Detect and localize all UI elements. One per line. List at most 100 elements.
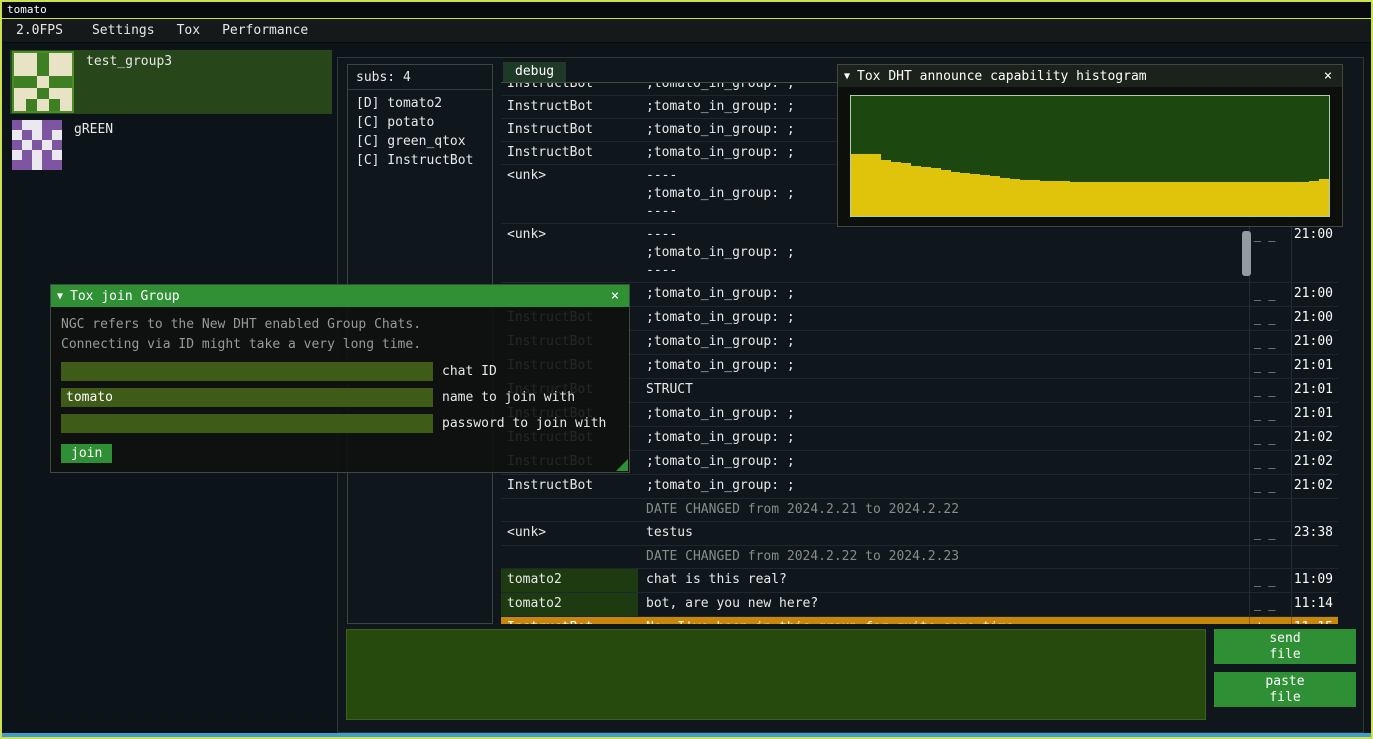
message-time: 21:00 [1291,283,1338,306]
avatar-pixel [60,76,72,88]
message-text: ;tomato_in_group: ; [638,427,1249,450]
message-time: 21:01 [1291,403,1338,426]
histogram-bar [1289,182,1299,216]
histogram-bar [1269,182,1279,216]
message-text: testus [638,522,1249,545]
avatar-pixel [32,140,42,150]
avatar-pixel [12,130,22,140]
window-title: tomato [7,3,47,16]
histogram-bar [1050,181,1060,216]
delivery-marker: _ _ [1249,283,1291,306]
avatar-pixel [60,99,72,111]
avatar-pixel [52,150,62,160]
avatar-pixel [26,53,38,65]
histogram-bar [931,168,941,216]
menu-item-tox[interactable]: Tox [166,21,211,40]
resize-grip[interactable] [616,459,628,471]
menu-item-performance[interactable]: Performance [211,21,319,40]
message-row[interactable]: InstructBotNo, I've been in this group f… [501,617,1338,624]
subs-item-tomato2[interactable]: [D] tomato2 [348,94,492,113]
message-sender [501,499,638,521]
join-info-text: Connecting via ID might take a very long… [61,335,619,355]
avatar-pixel [52,160,62,170]
window-titlebar: tomato [2,2,1371,19]
histogram-bar [960,173,970,216]
collapse-icon[interactable]: ▼ [57,291,63,302]
file-buttons: send file paste file [1214,629,1356,707]
histogram-bar [1010,179,1020,216]
delivery-marker [1249,499,1291,521]
join-window-titlebar[interactable]: ▼ Tox join Group × [51,285,629,307]
message-sender [501,546,638,568]
histogram-bar [1150,182,1160,216]
histogram-bar [1279,182,1289,216]
message-row[interactable]: tomato2chat is this real?_ _11:09 [501,569,1338,593]
avatar-pixel [42,140,52,150]
histogram-bar [1259,182,1269,216]
message-time: 23:38 [1291,522,1338,545]
histogram-bar [1040,181,1050,216]
avatar-pixel [42,150,52,160]
message-text: ;tomato_in_group: ; [638,451,1249,474]
avatar-pixel [26,65,38,77]
message-row[interactable]: InstructBot;tomato_in_group: ;_ _21:02 [501,475,1338,499]
histogram-bar [881,160,891,216]
avatar-pixel [14,65,26,77]
histogram-bar [980,175,990,216]
message-sender: InstructBot [501,617,638,624]
subs-item-instructbot[interactable]: [C] InstructBot [348,151,492,170]
histogram-bar [1080,182,1090,216]
histogram-titlebar[interactable]: ▼ Tox DHT announce capability histogram … [838,65,1342,87]
avatar-pixel [22,120,32,130]
message-text: ;tomato_in_group: ; [638,283,1249,306]
message-row[interactable]: <unk>---- ;tomato_in_group: ; ----_ _21:… [501,224,1338,283]
subs-item-green_qtox[interactable]: [C] green_qtox [348,132,492,151]
avatar-pixel [14,76,26,88]
avatar-pixel [52,120,62,130]
message-sender: InstructBot [501,475,638,498]
message-text: chat is this real? [638,569,1249,592]
field-label-chat-id: chat ID [442,364,497,379]
message-sender: <unk> [501,165,638,223]
bottom-border-strip [2,733,1371,737]
avatar-pixel [52,130,62,140]
system-row[interactable]: DATE CHANGED from 2024.2.22 to 2024.2.23 [501,546,1338,569]
collapse-icon[interactable]: ▼ [844,71,850,82]
close-icon[interactable]: × [1320,68,1336,84]
message-row[interactable]: <unk>testus_ _23:38 [501,522,1338,546]
message-sender: <unk> [501,522,638,545]
chat-scrollbar[interactable] [1242,231,1251,276]
avatar-pixel [22,130,32,140]
histogram-bar [1120,182,1130,216]
histogram-bar [1060,181,1070,216]
group-item-green[interactable]: gREEN [10,118,332,172]
group-item-test_group3[interactable]: test_group3 [10,50,332,114]
field-label-name: name to join with [442,390,575,405]
avatar-pixel [49,99,61,111]
histogram-bar [1309,181,1319,216]
paste-file-button[interactable]: paste file [1214,672,1356,707]
histogram-bar [1189,182,1199,216]
message-input[interactable] [346,629,1206,720]
join-password-input[interactable] [61,414,433,433]
delivery-marker: _ _ [1249,355,1291,378]
avatar-pixel [32,120,42,130]
subs-item-potato[interactable]: [C] potato [348,113,492,132]
histogram-bar [1020,180,1030,216]
message-text: ;tomato_in_group: ; [638,331,1249,354]
message-row[interactable]: tomato2bot, are you new here?_ _11:14 [501,593,1338,617]
field-label-password: password to join with [442,416,606,431]
chat-id-input[interactable] [61,362,433,381]
system-row[interactable]: DATE CHANGED from 2024.2.21 to 2024.2.22 [501,499,1338,522]
tab-debug[interactable]: debug [503,62,566,82]
histogram-bar [921,167,931,216]
send-file-button[interactable]: send file [1214,629,1356,664]
menu-item-settings[interactable]: Settings [81,21,166,40]
avatar-pixel [37,99,49,111]
histogram-bar [861,154,871,216]
join-name-input[interactable] [61,388,433,407]
system-text: DATE CHANGED from 2024.2.21 to 2024.2.22 [638,499,1249,521]
join-button[interactable]: join [61,444,112,463]
close-icon[interactable]: × [607,288,623,304]
avatar-pixel [22,150,32,160]
